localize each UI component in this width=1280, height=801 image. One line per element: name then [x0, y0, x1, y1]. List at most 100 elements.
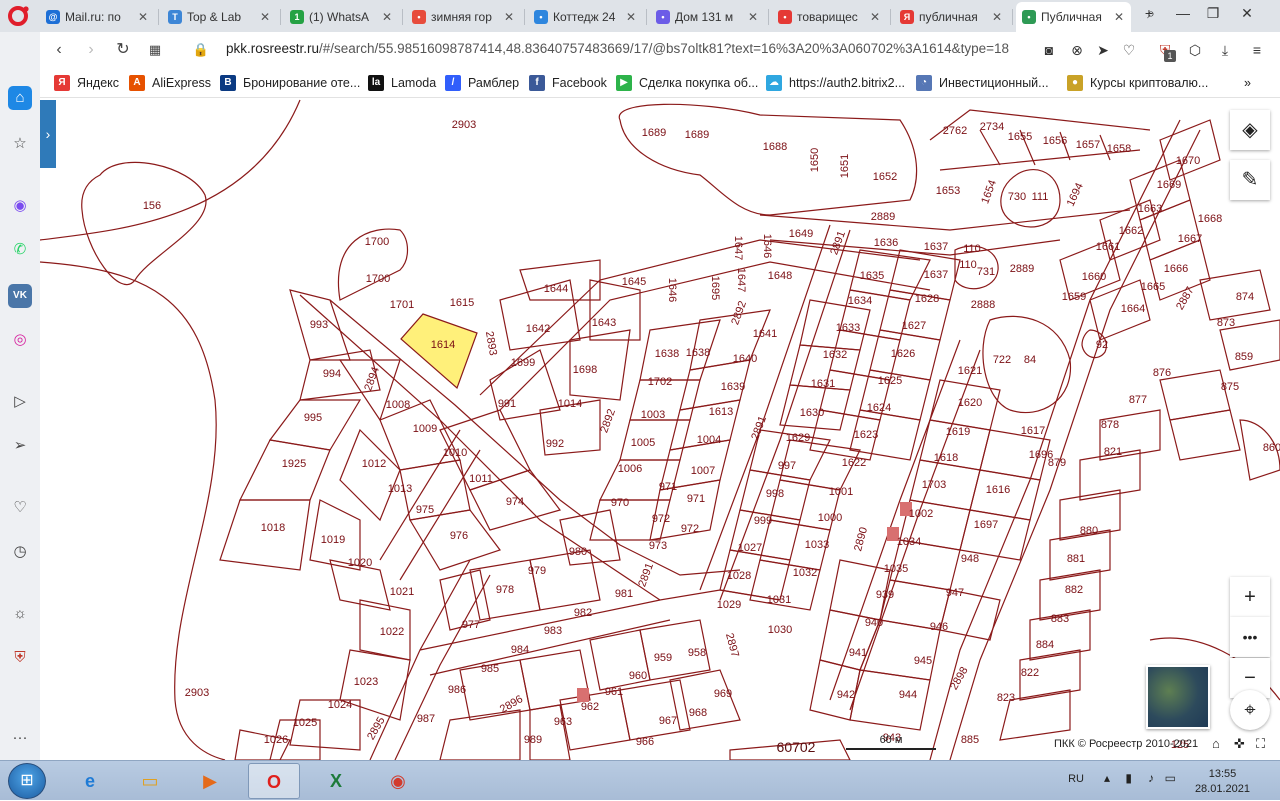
camera-icon[interactable]: ◙	[1038, 39, 1060, 61]
tab-6[interactable]: • Дом 131 м ✕	[650, 2, 765, 32]
opera-taskbar-icon[interactable]: O	[248, 763, 300, 799]
menu-icon[interactable]: ≡	[1246, 39, 1268, 61]
fullscreen-icon[interactable]: ⛶	[1256, 736, 1265, 752]
parcel-label: 1625	[878, 375, 902, 387]
tab-title: (1) WhatsA	[309, 10, 370, 24]
clock[interactable]: 13:55 28.01.2021	[1195, 767, 1250, 797]
restore-icon[interactable]: ❐	[1198, 1, 1228, 27]
parcel-label: 960	[629, 670, 647, 682]
start-button[interactable]: ⊞	[8, 763, 46, 799]
highlighted-parcel-shape[interactable]	[400, 313, 478, 390]
tab-7[interactable]: • товарищес ✕	[772, 2, 887, 32]
tab-close-icon[interactable]: ✕	[259, 10, 271, 24]
download-icon[interactable]: ⤓	[1214, 39, 1236, 61]
network-icon[interactable]: ▮	[1125, 771, 1132, 785]
tab-separator	[646, 9, 647, 25]
parcel-label: 1641	[753, 328, 777, 340]
minimap-thumbnail[interactable]	[1146, 665, 1210, 729]
tab-close-icon[interactable]: ✕	[503, 10, 515, 24]
bookmark-item[interactable]: A AliExpress	[129, 73, 211, 93]
search-icon[interactable]: ⌕	[1136, 1, 1166, 27]
layers-button[interactable]: ◈	[1230, 110, 1270, 150]
send-icon[interactable]: ➤	[1092, 39, 1114, 61]
compass-button[interactable]: ⌖	[1230, 690, 1270, 730]
url-path: /#/search/55.98516098787414,48.836407574…	[319, 41, 1010, 56]
tab-close-icon[interactable]: ✕	[381, 10, 393, 24]
send-sidebar-icon[interactable]: ➢	[8, 434, 32, 458]
tab-5[interactable]: • Коттедж 24 ✕	[528, 2, 643, 32]
tab-3[interactable]: 1 (1) WhatsA ✕	[284, 2, 399, 32]
block-icon[interactable]: ⊗	[1066, 39, 1088, 61]
battery-icon[interactable]: ▭	[1165, 771, 1176, 785]
tab-close-icon[interactable]: ✕	[869, 10, 881, 24]
home-icon[interactable]: ⌂	[8, 86, 32, 110]
bookmark-item[interactable]: ☁ https://auth2.bitrix2...	[766, 73, 905, 93]
tab-close-icon[interactable]: ✕	[137, 10, 149, 24]
home-map-icon[interactable]: ⌂	[1212, 736, 1220, 751]
tab-8[interactable]: Япубличная ✕	[894, 2, 1009, 32]
history-icon[interactable]: ◷	[8, 540, 32, 564]
url-field[interactable]: pkk.rosreestr.ru/#/search/55.98516098787…	[226, 41, 1009, 56]
excel-taskbar-icon[interactable]: X	[310, 763, 362, 799]
parcel-label: 2903	[452, 119, 476, 131]
parcel-label: 1655	[1008, 131, 1032, 143]
explorer-taskbar-icon[interactable]: ▭	[124, 763, 176, 799]
volume-icon[interactable]: ♪	[1148, 771, 1154, 785]
more-map-button[interactable]: •••	[1230, 617, 1270, 657]
close-window-icon[interactable]: ✕	[1232, 1, 1262, 27]
chrome-taskbar-icon[interactable]: ◉	[372, 763, 424, 799]
parcel-label: 1035	[884, 563, 908, 575]
parcel-label: 1005	[631, 437, 655, 449]
heart-sidebar-icon[interactable]: ♡	[8, 496, 32, 520]
open-panel-button[interactable]: ›	[40, 100, 56, 168]
back-icon[interactable]: ‹	[48, 39, 70, 61]
cadastral-map[interactable]: 2903 1689 1689 1688 1650 1651 1652 2762 2734 1655…	[40, 98, 1280, 760]
speed-dial-icon[interactable]: ▦	[144, 39, 166, 61]
tab-1[interactable]: @ Mail.ru: по ✕	[40, 2, 155, 32]
tab-close-icon[interactable]: ✕	[625, 10, 637, 24]
parcel-label: 1640	[733, 353, 757, 365]
tab-2[interactable]: T Top & Lab ✕	[162, 2, 277, 32]
heart-icon[interactable]: ♡	[1118, 39, 1140, 61]
player-icon[interactable]: ▷	[8, 390, 32, 414]
zoom-in-button[interactable]: +	[1230, 577, 1270, 617]
ruler-button[interactable]: ✎	[1230, 160, 1270, 200]
bookmark-item[interactable]: ● Курсы криптовалю...	[1067, 73, 1208, 93]
whatsapp-icon[interactable]: ✆	[8, 238, 32, 262]
forward-icon[interactable]: ›	[80, 39, 102, 61]
parcel-label: 1007	[691, 465, 715, 477]
bookmarks-overflow-icon[interactable]: »	[1244, 73, 1251, 93]
instagram-icon[interactable]: ◎	[8, 328, 32, 352]
bookmark-item[interactable]: Я Яндекс	[54, 73, 119, 93]
vk-icon[interactable]: VK	[8, 284, 32, 308]
locate-icon[interactable]: ✜	[1234, 736, 1245, 752]
parcel-label: 947	[946, 587, 964, 599]
parcel-label: 962	[581, 701, 599, 713]
tab-close-icon[interactable]: ✕	[991, 10, 1003, 24]
ie-taskbar-icon[interactable]: e	[64, 763, 116, 799]
tab-close-icon[interactable]: ✕	[1113, 10, 1125, 24]
tab-9[interactable]: • Публичная ✕	[1016, 2, 1131, 32]
parcel-layer[interactable]: 2903 1689 1689 1688 1650 1651 1652 2762 2734 1655…	[40, 98, 1280, 760]
lightbulb-icon[interactable]: ☼	[8, 602, 32, 626]
language-indicator[interactable]: RU	[1068, 773, 1084, 785]
messenger-icon[interactable]: ◉	[8, 194, 32, 218]
more-icon[interactable]: ···	[8, 726, 32, 750]
minimize-icon[interactable]: —	[1168, 1, 1198, 27]
parcel-label: 859	[1235, 351, 1253, 363]
tab-4[interactable]: • зимняя гор ✕	[406, 2, 521, 32]
bookmark-item[interactable]: ▶ Сделка покупка об...	[616, 73, 758, 93]
media-taskbar-icon[interactable]: ▶	[184, 763, 236, 799]
tray-arrow-icon[interactable]: ▴	[1104, 771, 1110, 785]
bookmark-item[interactable]: / Рамблер	[445, 73, 519, 93]
ublock-sidebar-icon[interactable]: ⛨	[8, 646, 32, 670]
opera-logo-icon[interactable]	[6, 4, 32, 28]
cube-icon[interactable]: ⬡	[1184, 39, 1206, 61]
bookmark-item[interactable]: B Бронирование оте...	[220, 73, 360, 93]
bookmark-item[interactable]: f Facebook	[529, 73, 607, 93]
star-icon[interactable]: ☆	[8, 132, 32, 156]
tab-close-icon[interactable]: ✕	[747, 10, 759, 24]
reload-icon[interactable]: ↻	[112, 39, 134, 61]
bookmark-item[interactable]: ◔ Инвестиционный...	[916, 73, 1049, 93]
bookmark-item[interactable]: la Lamoda	[368, 73, 436, 93]
